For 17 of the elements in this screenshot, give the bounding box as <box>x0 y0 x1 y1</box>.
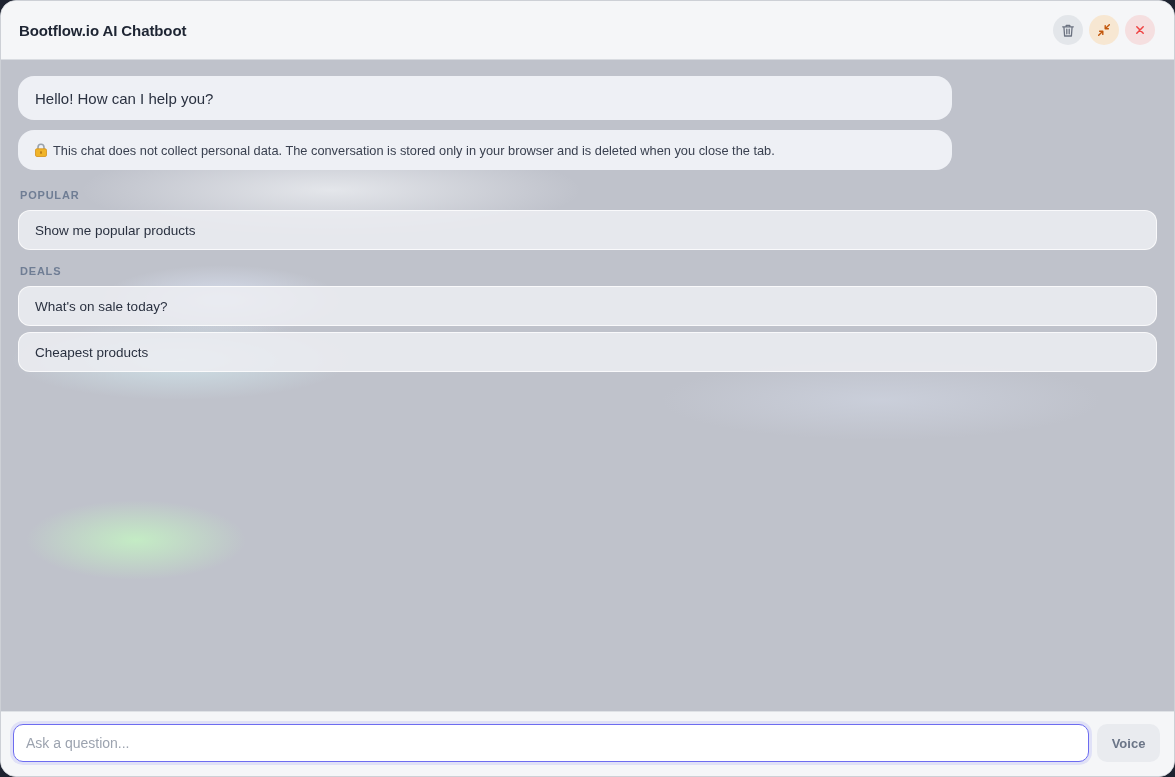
lock-icon <box>35 143 47 157</box>
delete-button[interactable] <box>1053 15 1083 45</box>
trash-icon <box>1062 23 1074 37</box>
section-label: POPULAR <box>20 189 80 201</box>
suggestion-button[interactable]: Cheapest products <box>18 332 1157 372</box>
window-title: Bootflow.io AI Chatboot <box>19 21 187 39</box>
shrink-arrows-icon <box>1098 24 1110 36</box>
section-label: DEALS <box>20 265 62 277</box>
close-button[interactable] <box>1125 15 1155 45</box>
suggestion-button[interactable]: Show me popular products <box>18 210 1157 250</box>
message-text: This chat does not collect personal data. The conversation is stored only in your browser and is deleted when you close the tab. <box>53 142 775 158</box>
message-text: Hello! How can I help you? <box>35 89 214 107</box>
voice-button[interactable]: Voice <box>1097 724 1160 762</box>
question-input[interactable]: Ask a question... <box>13 724 1089 762</box>
suggestion-button[interactable]: What's on sale today? <box>18 286 1157 326</box>
minimize-button[interactable] <box>1089 15 1119 45</box>
close-icon <box>1136 26 1144 34</box>
